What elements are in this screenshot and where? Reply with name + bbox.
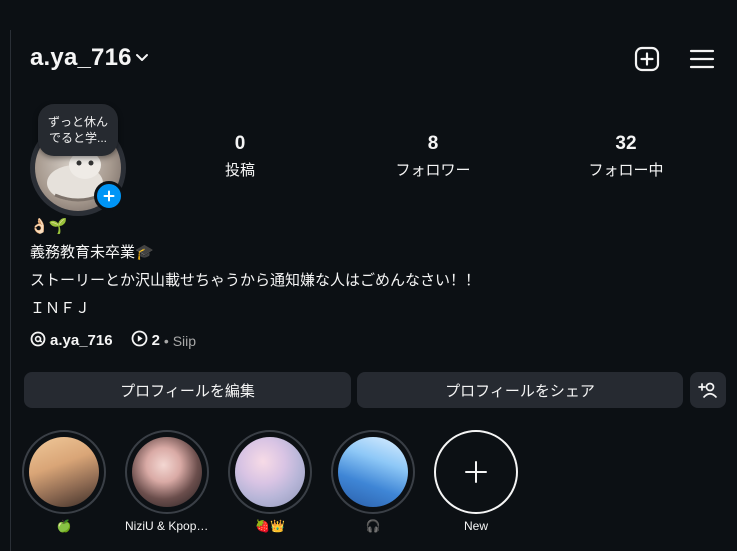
note-line-1: ずっと休ん: [47, 115, 108, 129]
stat-posts-label: 投稿: [224, 162, 255, 179]
note-line-2: でると学...: [48, 131, 107, 145]
bio-line-4: ＩＮＦＪ: [30, 300, 91, 317]
new-highlight-ring: [434, 430, 518, 514]
stat-following-label: フォロー中: [588, 162, 664, 179]
stat-following-count: 32: [615, 133, 637, 154]
left-divider: [10, 30, 11, 551]
bio-line-2: 義務教育未卒業🎓: [30, 244, 154, 261]
play-circle-icon: [131, 330, 148, 351]
highlight-image: [235, 437, 305, 507]
profile-username[interactable]: a.ya_716: [30, 44, 132, 72]
threads-link[interactable]: a.ya_716: [50, 332, 113, 349]
stat-posts[interactable]: 0 投稿: [180, 133, 300, 180]
profile-note-bubble[interactable]: ずっと休ん でると学...: [38, 104, 118, 156]
highlight-image: [338, 437, 408, 507]
stat-followers-label: フォロワー: [395, 162, 471, 179]
hamburger-menu-icon[interactable]: [687, 44, 717, 74]
plus-icon: [103, 190, 115, 202]
highlight-caption: 🍓👑: [255, 519, 285, 533]
highlight-ring: [22, 430, 106, 514]
highlight-ring: [331, 430, 415, 514]
music-count[interactable]: 2: [152, 332, 160, 349]
plus-icon: [465, 461, 487, 483]
highlight-item[interactable]: 🍏: [22, 430, 106, 533]
highlight-caption: 🍏: [56, 519, 72, 533]
profile-links-row: a.ya_716 2 • Siip: [30, 330, 196, 351]
stat-followers[interactable]: 8 フォロワー: [373, 133, 493, 180]
highlight-caption: NiziU & Kpop ...: [125, 519, 209, 533]
highlight-caption: 🎧: [365, 519, 381, 533]
music-label[interactable]: • Siip: [164, 333, 196, 349]
threads-icon: [30, 331, 46, 351]
chevron-down-icon[interactable]: [134, 49, 150, 70]
highlight-ring: [228, 430, 312, 514]
stat-followers-count: 8: [427, 133, 439, 154]
highlight-image: [132, 437, 202, 507]
bio-emoji-line: 👌🏻🌱: [30, 218, 68, 235]
highlight-item[interactable]: 🎧: [331, 430, 415, 533]
discover-people-button[interactable]: [690, 372, 726, 408]
add-person-icon: [698, 382, 718, 399]
new-highlight-label: New: [463, 519, 488, 533]
add-story-button[interactable]: [94, 181, 124, 211]
highlight-item[interactable]: NiziU & Kpop ...: [125, 430, 209, 533]
plus-square-icon[interactable]: [632, 44, 662, 74]
new-highlight-button[interactable]: New: [434, 430, 518, 533]
highlight-item[interactable]: 🍓👑: [228, 430, 312, 533]
stat-following[interactable]: 32 フォロー中: [566, 133, 686, 180]
edit-profile-button[interactable]: プロフィールを編集: [24, 372, 351, 408]
highlight-image: [29, 437, 99, 507]
stat-posts-count: 0: [234, 133, 246, 154]
share-profile-button[interactable]: プロフィールをシェア: [357, 372, 683, 408]
highlight-ring: [125, 430, 209, 514]
bio-line-3: ストーリーとか沢山載せちゃうから通知嫌な人はごめんなさい！！: [30, 272, 481, 289]
